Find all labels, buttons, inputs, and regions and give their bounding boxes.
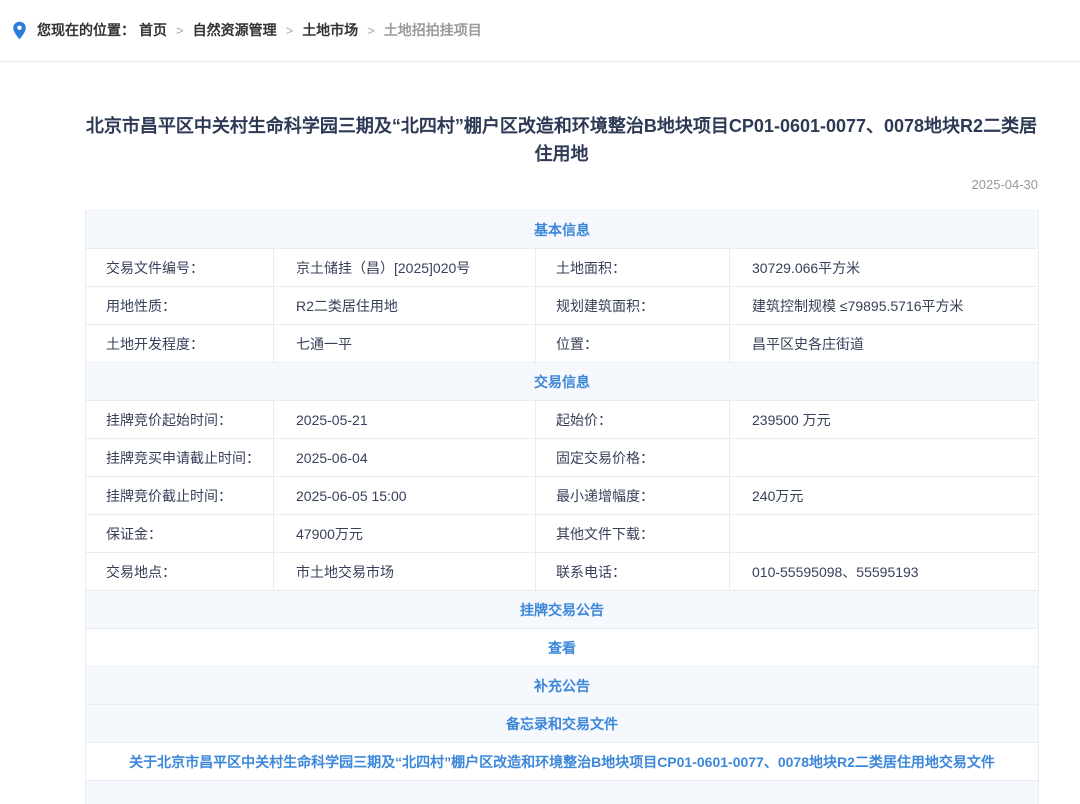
breadcrumb-item-land-market[interactable]: 土地市场 xyxy=(302,20,358,40)
breadcrumb-label: 您现在的位置： xyxy=(37,20,135,40)
section-title xyxy=(86,781,1039,804)
table-row-venue: 交易地点： 市土地交易市场 联系电话： 010-55595098、5559519… xyxy=(86,553,1039,591)
field-label: 位置： xyxy=(536,325,730,363)
section-title: 挂牌交易公告 xyxy=(86,591,1039,629)
publish-date: 2025-04-30 xyxy=(85,178,1038,192)
section-title: 补充公告 xyxy=(86,667,1039,705)
location-pin-icon xyxy=(12,21,27,40)
field-label: 保证金： xyxy=(86,515,274,553)
breadcrumb: 您现在的位置： 首页 > 自然资源管理 > 土地市场 > 土地招拍挂项目 xyxy=(0,0,1080,41)
section-row-listing-announcement: 挂牌交易公告 xyxy=(86,591,1039,629)
field-value xyxy=(730,515,1039,553)
section-row-clipped xyxy=(86,781,1039,804)
field-value: 京土储挂（昌）[2025]020号 xyxy=(274,249,536,287)
field-label: 交易文件编号： xyxy=(86,249,274,287)
field-value: 239500 万元 xyxy=(730,401,1039,439)
breadcrumb-separator: > xyxy=(367,23,375,38)
field-label: 挂牌竞买申请截止时间： xyxy=(86,439,274,477)
table-row-land-use: 用地性质： R2二类居住用地 规划建筑面积： 建筑控制规模 ≤79895.571… xyxy=(86,287,1039,325)
field-value: R2二类居住用地 xyxy=(274,287,536,325)
transaction-document-link[interactable]: 关于北京市昌平区中关村生命科学园三期及“北四村”棚户区改造和环境整治B地块项目C… xyxy=(129,754,995,770)
field-label: 最小递增幅度： xyxy=(536,477,730,515)
section-row-memo-and-documents: 备忘录和交易文件 xyxy=(86,705,1039,743)
field-value: 七通一平 xyxy=(274,325,536,363)
table-row-transaction-document-link: 关于北京市昌平区中关村生命科学园三期及“北四村”棚户区改造和环境整治B地块项目C… xyxy=(86,743,1039,781)
table-row-bid-deadline: 挂牌竞价截止时间： 2025-06-05 15:00 最小递增幅度： 240万元 xyxy=(86,477,1039,515)
field-label: 联系电话： xyxy=(536,553,730,591)
section-row-transaction-info: 交易信息 xyxy=(86,363,1039,401)
field-label: 规划建筑面积： xyxy=(536,287,730,325)
content-container: 北京市昌平区中关村生命科学园三期及“北四村”棚户区改造和环境整治B地块项目CP0… xyxy=(85,112,1038,804)
field-label: 其他文件下载： xyxy=(536,515,730,553)
field-value: 010-55595098、55595193 xyxy=(730,553,1039,591)
field-value: 建筑控制规模 ≤79895.5716平方米 xyxy=(730,287,1039,325)
field-label: 起始价： xyxy=(536,401,730,439)
breadcrumb-item-natural-resources[interactable]: 自然资源管理 xyxy=(193,20,277,40)
breadcrumb-item-home[interactable]: 首页 xyxy=(139,20,167,40)
section-title: 基本信息 xyxy=(86,211,1039,249)
section-title: 备忘录和交易文件 xyxy=(86,705,1039,743)
field-label: 挂牌竞价截止时间： xyxy=(86,477,274,515)
field-label: 交易地点： xyxy=(86,553,274,591)
section-row-basic-info: 基本信息 xyxy=(86,211,1039,249)
field-label: 用地性质： xyxy=(86,287,274,325)
field-value: 240万元 xyxy=(730,477,1039,515)
field-value: 2025-06-05 15:00 xyxy=(274,477,536,515)
section-title: 交易信息 xyxy=(86,363,1039,401)
table-row-deposit: 保证金： 47900万元 其他文件下载： xyxy=(86,515,1039,553)
field-value: 昌平区史各庄街道 xyxy=(730,325,1039,363)
view-link[interactable]: 查看 xyxy=(548,640,576,656)
field-label: 挂牌竞价起始时间： xyxy=(86,401,274,439)
page-title: 北京市昌平区中关村生命科学园三期及“北四村”棚户区改造和环境整治B地块项目CP0… xyxy=(85,112,1038,168)
field-label: 土地开发程度： xyxy=(86,325,274,363)
table-row-development-level: 土地开发程度： 七通一平 位置： 昌平区史各庄街道 xyxy=(86,325,1039,363)
breadcrumb-separator: > xyxy=(286,23,294,38)
breadcrumb-item-current: 土地招拍挂项目 xyxy=(384,20,482,40)
field-value: 2025-06-04 xyxy=(274,439,536,477)
table-row-view-link: 查看 xyxy=(86,629,1039,667)
field-value xyxy=(730,439,1039,477)
field-label: 土地面积： xyxy=(536,249,730,287)
field-value: 市土地交易市场 xyxy=(274,553,536,591)
field-value: 47900万元 xyxy=(274,515,536,553)
table-row-bid-start: 挂牌竞价起始时间： 2025-05-21 起始价： 239500 万元 xyxy=(86,401,1039,439)
field-label: 固定交易价格： xyxy=(536,439,730,477)
land-info-table: 基本信息 交易文件编号： 京土储挂（昌）[2025]020号 土地面积： 307… xyxy=(85,210,1039,804)
table-row-application-deadline: 挂牌竞买申请截止时间： 2025-06-04 固定交易价格： xyxy=(86,439,1039,477)
breadcrumb-separator: > xyxy=(176,23,184,38)
section-row-supplementary-announcement: 补充公告 xyxy=(86,667,1039,705)
field-value: 2025-05-21 xyxy=(274,401,536,439)
header-divider xyxy=(0,61,1080,62)
field-value: 30729.066平方米 xyxy=(730,249,1039,287)
table-row-doc-number: 交易文件编号： 京土储挂（昌）[2025]020号 土地面积： 30729.06… xyxy=(86,249,1039,287)
